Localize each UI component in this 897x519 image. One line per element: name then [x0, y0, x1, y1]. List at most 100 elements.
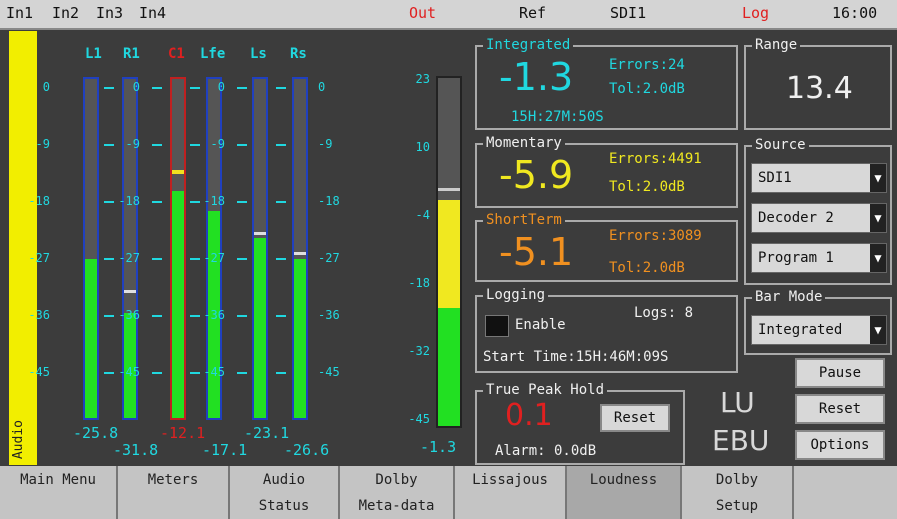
nav-meters[interactable]: Meters	[118, 466, 230, 519]
enable-label: Enable	[515, 317, 566, 333]
scale-label: -9	[318, 137, 333, 151]
scale-label: -36	[118, 308, 140, 322]
meter-peak-ls	[254, 231, 266, 235]
scale-tick	[276, 87, 286, 89]
channel-label-ls: Ls	[250, 46, 267, 62]
scale-label: -27	[28, 251, 50, 265]
nav-label-line2: Meta-data	[358, 498, 435, 514]
bottom-nav: Main Menu Meters Audio Status Dolby Meta…	[0, 466, 897, 519]
logs-count: Logs: 8	[634, 305, 694, 321]
nav-label: Main Menu	[20, 472, 96, 488]
options-button[interactable]: Options	[795, 430, 885, 460]
true-peak-reset-button[interactable]: Reset	[600, 404, 670, 432]
source-title: Source	[752, 137, 809, 153]
scale-tick	[237, 258, 247, 260]
nav-dolby-setup[interactable]: Dolby Setup	[682, 466, 794, 519]
readout-c1: -12.1	[160, 424, 206, 442]
scale-tick	[190, 201, 200, 203]
meter-fill-l1	[85, 258, 97, 418]
shortterm-tol: Tol:2.0dB	[609, 260, 685, 276]
readout-lfe: -17.1	[202, 441, 248, 459]
nav-lissajous[interactable]: Lissajous	[455, 466, 567, 519]
loudness-scale-label: -45	[408, 412, 430, 426]
scale-label: 0	[318, 80, 326, 94]
scale-tick	[237, 144, 247, 146]
scale-tick	[276, 258, 286, 260]
scale-tick	[104, 87, 114, 89]
program-select[interactable]: Program 1 ▼	[751, 243, 887, 273]
nav-label: Meters	[147, 472, 199, 488]
scale-tick	[276, 201, 286, 203]
pause-button[interactable]: Pause	[795, 358, 885, 388]
loudness-scale-label: -4	[415, 208, 430, 222]
integrated-errors: Errors:24	[609, 57, 685, 73]
scale-label: -27	[118, 251, 140, 265]
loudness-scale-label: -18	[408, 276, 430, 290]
loudness-scale-label: 10	[415, 140, 430, 154]
range-title: Range	[752, 37, 801, 53]
nav-dolby-metadata[interactable]: Dolby Meta-data	[340, 466, 455, 519]
source-input-select[interactable]: SDI1 ▼	[751, 163, 887, 193]
shortterm-panel: ShortTerm -5.1 Errors:3089 Tol:2.0dB	[475, 212, 738, 282]
log-start-time: Start Time:15H:46M:09S	[483, 349, 669, 365]
scale-label: -9	[125, 137, 140, 151]
readout-rs: -26.6	[284, 441, 330, 459]
source-input-value: SDI1	[758, 170, 792, 186]
momentary-value: -5.9	[499, 153, 574, 197]
true-peak-panel: True Peak Hold 0.1 Reset Alarm: 0.0dB	[475, 382, 685, 465]
scale-tick	[190, 315, 200, 317]
readout-ls: -23.1	[244, 424, 290, 442]
meter-fill-c1	[172, 190, 184, 418]
loudness-bar-readout: -1.3	[420, 438, 457, 456]
status-bar: In1 In2 In3 In4 Out Ref SDI1 Log 16:00	[0, 0, 897, 30]
lu-logo: LU	[720, 386, 755, 419]
channel-label-c1: C1	[168, 46, 185, 62]
bar-mode-select[interactable]: Integrated ▼	[751, 315, 887, 345]
readout-r1: -31.8	[113, 441, 159, 459]
momentary-tol: Tol:2.0dB	[609, 179, 685, 195]
nav-main-menu[interactable]: Main Menu	[0, 466, 118, 519]
ref-indicator: Ref	[519, 4, 547, 22]
scale-label: -27	[318, 251, 340, 265]
scale-label: -36	[318, 308, 340, 322]
input-4-label: In4	[139, 4, 167, 22]
momentary-errors: Errors:4491	[609, 151, 702, 167]
nav-label-line2: Status	[258, 498, 310, 514]
reset-button[interactable]: Reset	[795, 394, 885, 424]
nav-label: Lissajous	[472, 472, 548, 488]
audio-side-tab[interactable]: Audio	[9, 31, 37, 465]
scale-tick	[152, 201, 162, 203]
integrated-duration: 15H:27M:50S	[511, 109, 604, 125]
readout-l1: -25.8	[73, 424, 119, 442]
logging-title: Logging	[483, 287, 549, 303]
scale-tick	[237, 201, 247, 203]
meter-ls	[252, 77, 268, 420]
meter-peak-c1	[172, 169, 184, 174]
loudness-scale-label: -32	[408, 344, 430, 358]
nav-audio-status[interactable]: Audio Status	[230, 466, 340, 519]
true-peak-title: True Peak Hold	[483, 382, 608, 398]
true-peak-value: 0.1	[505, 398, 553, 433]
decoder-select[interactable]: Decoder 2 ▼	[751, 203, 887, 233]
logging-panel: Logging Enable Logs: 8 Start Time:15H:46…	[475, 287, 738, 373]
scale-tick	[104, 315, 114, 317]
scale-tick	[237, 315, 247, 317]
scale-tick	[152, 87, 162, 89]
input-3-label: In3	[96, 4, 124, 22]
source-indicator: SDI1	[610, 4, 647, 22]
scale-tick	[190, 144, 200, 146]
channel-label-l1: L1	[85, 46, 102, 62]
input-1-label: In1	[6, 4, 34, 22]
scale-tick	[104, 144, 114, 146]
meter-peak-rs	[294, 252, 306, 256]
integrated-value: -1.3	[499, 55, 574, 99]
scale-label: -18	[118, 194, 140, 208]
enable-checkbox[interactable]	[485, 315, 509, 337]
scale-label: -45	[118, 365, 140, 379]
momentary-panel: Momentary -5.9 Errors:4491 Tol:2.0dB	[475, 135, 738, 208]
scale-tick	[276, 372, 286, 374]
nav-loudness[interactable]: Loudness	[567, 466, 682, 519]
loudness-bar-marker	[438, 188, 460, 191]
nav-empty[interactable]	[794, 466, 897, 519]
scale-label: -45	[28, 365, 50, 379]
